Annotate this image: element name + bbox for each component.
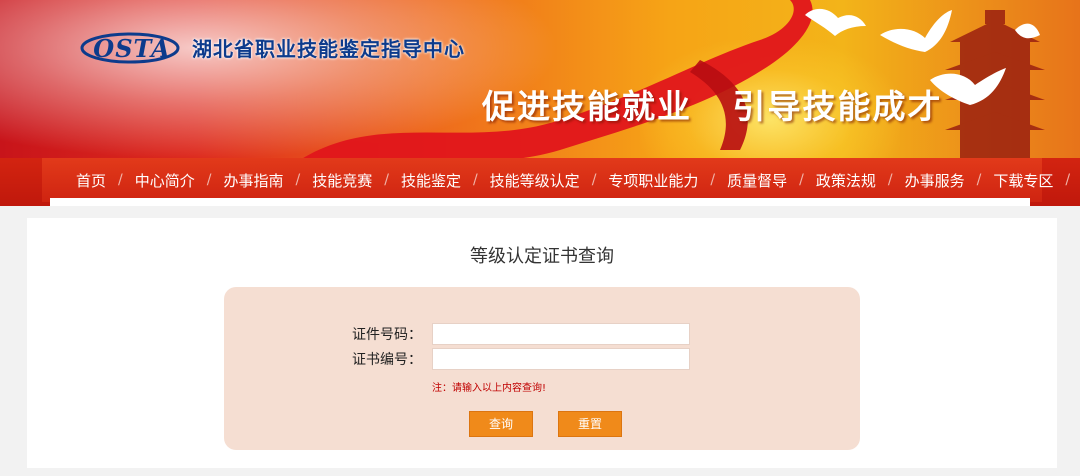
- nav-item-special-ability[interactable]: 专项职业能力 /: [608, 170, 727, 191]
- nav-label: 中心简介: [134, 171, 195, 190]
- osta-logo-icon: OSTA: [88, 30, 176, 64]
- nav-item-home[interactable]: 首页 /: [76, 170, 135, 191]
- nav-label: 下载专区: [993, 171, 1054, 190]
- nav-separator: /: [976, 172, 982, 188]
- org-name: 湖北省职业技能鉴定指导中心: [192, 36, 465, 61]
- nav-label: 办事指南: [223, 171, 284, 190]
- certificate-number-input[interactable]: [432, 348, 690, 370]
- id-number-row: 证件号码：: [352, 323, 690, 345]
- query-form: 证件号码： 证书编号： 注：请输入以上内容查询! 查询 重置: [224, 287, 860, 450]
- certificate-number-row: 证书编号：: [352, 348, 690, 370]
- logo[interactable]: OSTA 湖北省职业技能鉴定指导中心: [88, 30, 465, 64]
- nav-separator: /: [206, 172, 212, 188]
- nav-separator: /: [591, 172, 597, 188]
- nav-item-guide[interactable]: 办事指南 /: [223, 170, 312, 191]
- input-note: 注：请输入以上内容查询!: [432, 383, 547, 394]
- nav-separator: /: [384, 172, 389, 188]
- logo-text: OSTA: [93, 34, 171, 63]
- nav-label: 办事服务: [904, 171, 965, 190]
- header-banner: OSTA 湖北省职业技能鉴定指导中心 促进技能就业 引导技能成才: [0, 0, 1080, 160]
- slogan: 促进技能就业 引导技能成才: [482, 87, 943, 126]
- reset-button[interactable]: 重置: [558, 411, 622, 437]
- main-content: 等级认定证书查询 证件号码： 证书编号： 注：请输入以上内容查询! 查询 重置: [27, 218, 1057, 468]
- nav-label: 政策法规: [815, 171, 876, 190]
- nav-label: 技能竞赛: [312, 171, 373, 190]
- nav-item-appraisal[interactable]: 技能鉴定 /: [401, 170, 490, 191]
- nav-separator: /: [118, 172, 123, 188]
- nav-item-downloads[interactable]: 下载专区 /: [993, 170, 1080, 191]
- nav-item-policy[interactable]: 政策法规 /: [816, 170, 905, 191]
- nav-separator: /: [710, 172, 716, 188]
- nav-item-competition[interactable]: 技能竞赛 /: [312, 170, 401, 191]
- nav-item-services[interactable]: 办事服务 /: [905, 170, 994, 191]
- nav-item-quality[interactable]: 质量督导 /: [727, 170, 816, 191]
- nav-item-about[interactable]: 中心简介 /: [135, 170, 224, 191]
- nav-separator: /: [472, 172, 478, 188]
- nav-label: 质量督导: [727, 171, 788, 190]
- nav-label: 技能等级认定: [489, 171, 580, 190]
- nav-item-level-certification[interactable]: 技能等级认定 /: [490, 170, 609, 191]
- query-button[interactable]: 查询: [469, 411, 533, 437]
- nav-label: 专项职业能力: [608, 171, 699, 190]
- id-number-input[interactable]: [432, 323, 690, 345]
- nav-separator: /: [799, 172, 804, 188]
- nav-separator: /: [887, 172, 893, 188]
- page-title: 等级认定证书查询: [470, 246, 614, 267]
- certificate-number-label: 证书编号：: [352, 352, 422, 368]
- nav-separator: /: [295, 172, 301, 188]
- nav-underline: [50, 198, 1030, 206]
- nav-separator: /: [1065, 172, 1071, 188]
- id-number-label: 证件号码：: [352, 327, 422, 343]
- nav-label: 首页: [76, 171, 107, 190]
- nav-label: 技能鉴定: [400, 171, 461, 190]
- nav-bar: 首页 / 中心简介 / 办事指南 / 技能竞赛 / 技能鉴定 / 技能等级认定 / 专项职业…: [42, 158, 1070, 202]
